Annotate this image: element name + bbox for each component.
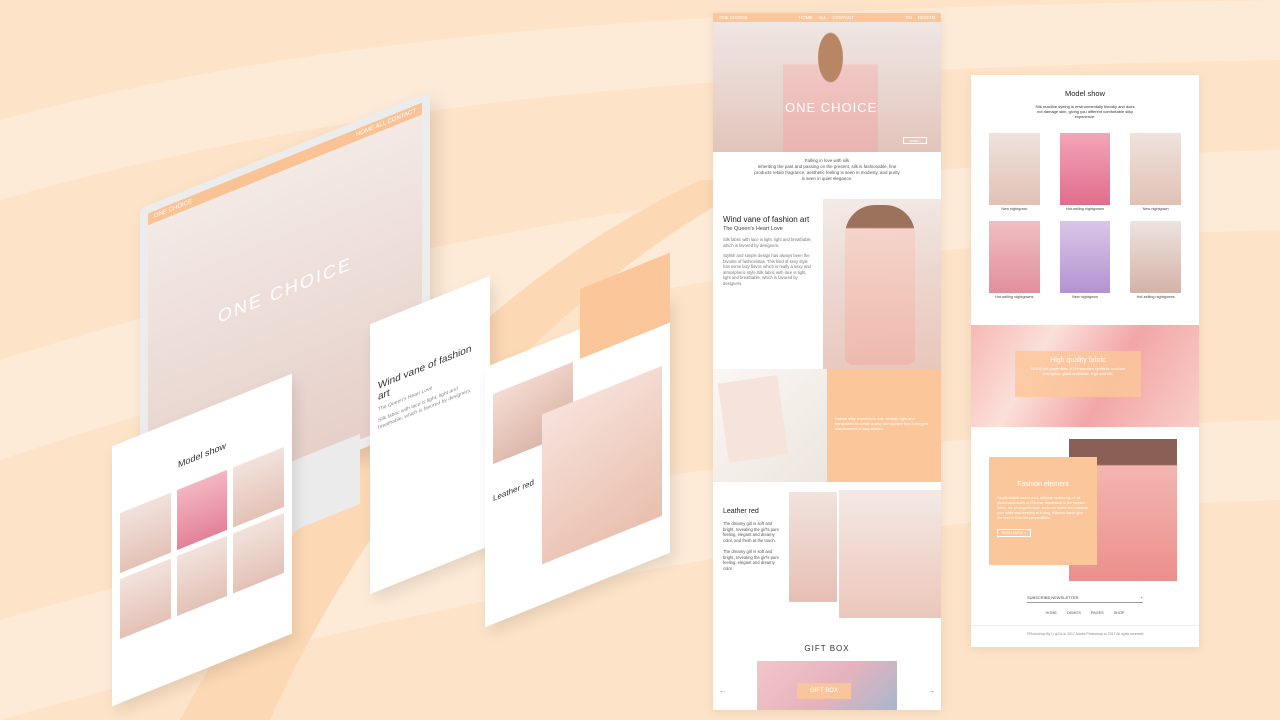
model-card[interactable]: New nightgown bbox=[989, 133, 1040, 211]
nav-item-lang[interactable]: EN bbox=[905, 15, 911, 20]
arrow-left-icon[interactable]: ← bbox=[719, 688, 726, 695]
model-photo bbox=[989, 133, 1040, 205]
giftbox-title: GIFT BOX bbox=[804, 644, 850, 653]
footer-link-home[interactable]: HOME bbox=[1046, 611, 1057, 615]
arrow-right-icon[interactable]: → bbox=[928, 688, 935, 695]
model-label: Hot-selling nightgowns bbox=[995, 295, 1034, 299]
nav-item-contact[interactable]: CONTACT bbox=[833, 15, 854, 20]
intro-section: Falling in love with silk Inheriting the… bbox=[713, 152, 941, 199]
monitor-hero-title: ONE CHOICE bbox=[218, 252, 353, 328]
gift-row-section: Natural silky experience, soft, smooth, … bbox=[713, 369, 941, 482]
model-label: Hot-selling nightgowns bbox=[1065, 207, 1105, 211]
fashion-text: Gentle bubble sweet color, delicate trea… bbox=[997, 496, 1089, 520]
model-grid: New nightgown Hot-selling nightgowns New… bbox=[971, 119, 1199, 299]
wind-title: Wind vane of fashion art bbox=[723, 215, 810, 224]
iso-panel-wind: Wind vane of fashion art The Queen's Hea… bbox=[370, 275, 490, 595]
giftbox-slide[interactable]: GIFT BOX bbox=[757, 661, 897, 710]
model-show-title: Model show bbox=[1064, 89, 1106, 98]
model-label: New nightgown bbox=[1142, 207, 1169, 211]
fashion-section: Fashion element Gentle bubble sweet colo… bbox=[971, 437, 1199, 587]
fashion-title: Fashion element bbox=[1017, 481, 1069, 488]
model-show-section: Model show Silk reactive dyeing is envir… bbox=[971, 75, 1199, 325]
model-card[interactable]: Hot-selling nightgowns bbox=[989, 221, 1040, 299]
leather-photo-2 bbox=[839, 490, 941, 618]
giftbox-section: GIFT BOX ← GIFT BOX → bbox=[713, 622, 941, 710]
footer-nav: HOME DEMOS PAGES SHOP bbox=[971, 611, 1199, 615]
iso-panel-leather: Leather red bbox=[485, 252, 670, 628]
gift-row-text: Natural silky experience, soft, smooth, … bbox=[827, 369, 941, 482]
page-products-mockup: Model show Silk reactive dyeing is envir… bbox=[971, 75, 1199, 647]
footer-link-pages[interactable]: PAGES bbox=[1091, 611, 1104, 615]
nav-right: EN DESIGN bbox=[905, 15, 935, 20]
leather-text-block: Leather red The dreamy girl is soft and … bbox=[713, 490, 789, 622]
iso-model-thumb bbox=[233, 512, 284, 594]
top-nav: ONE CHOICE HOME ALL CONTACT EN DESIGN bbox=[713, 13, 941, 22]
wind-text-block: Wind vane of fashion art The Queen's Hea… bbox=[713, 199, 823, 369]
nav-item-all[interactable]: ALL bbox=[819, 15, 827, 20]
model-photo bbox=[989, 221, 1040, 293]
model-label: Hot-selling nightgowns bbox=[1136, 295, 1175, 299]
iso-model-thumb bbox=[120, 558, 171, 640]
leather-title: Leather red bbox=[723, 508, 759, 515]
leather-paragraph-1: The dreamy girl is soft and bright, reve… bbox=[723, 521, 779, 543]
high-quality-banner: High quality fabric 95.8% belt paper fib… bbox=[971, 325, 1199, 427]
model-photo bbox=[1130, 133, 1181, 205]
leather-section: Leather red The dreamy girl is soft and … bbox=[713, 482, 941, 622]
model-label: New nightgown bbox=[1001, 207, 1028, 211]
model-photo bbox=[1059, 133, 1111, 205]
model-photo bbox=[1059, 221, 1111, 293]
giftbox-carousel: ← GIFT BOX → bbox=[713, 653, 941, 710]
gift-product-photo bbox=[713, 369, 827, 482]
wind-section: Wind vane of fashion art The Queen's Hea… bbox=[713, 199, 941, 369]
nav-item-home[interactable]: HOME bbox=[799, 15, 813, 20]
wind-subtitle: The Queen's Heart Love bbox=[723, 226, 783, 232]
iso-panel-model: Model show bbox=[112, 373, 292, 707]
wind-paragraph-1: Silk fabric with lace is light, light an… bbox=[723, 237, 812, 248]
footer-link-demos[interactable]: DEMOS bbox=[1067, 611, 1081, 615]
leather-paragraph-2: The dreamy girl is soft and bright, reve… bbox=[723, 549, 779, 571]
wind-model-photo bbox=[823, 199, 941, 369]
nav-brand[interactable]: ONE CHOICE bbox=[719, 15, 748, 20]
model-card[interactable]: New nightgown bbox=[1059, 221, 1111, 299]
footer-copyright: ©Photoshop By Li qi Do in 2017,Adobe Pho… bbox=[971, 625, 1199, 636]
high-quality-box: High quality fabric 95.8% belt paper fib… bbox=[1015, 351, 1141, 397]
nav-links: HOME ALL CONTACT bbox=[799, 15, 854, 20]
model-card[interactable]: Hot-selling nightgowns bbox=[1059, 133, 1111, 211]
model-photo bbox=[1130, 221, 1181, 293]
newsletter-field[interactable]: SUBSCRIBE NEWSLETTER + bbox=[1027, 595, 1143, 603]
giftbox-slide-label: GIFT BOX bbox=[797, 683, 851, 699]
wind-paragraph-2: Stylish and simple design has always bee… bbox=[723, 253, 811, 286]
hero-model-photo bbox=[783, 26, 878, 152]
model-card[interactable]: New nightgown bbox=[1130, 133, 1181, 211]
fashion-box: Fashion element Gentle bubble sweet colo… bbox=[989, 457, 1097, 565]
hero-more-button[interactable]: MORE > bbox=[903, 137, 927, 144]
page-home-mockup: ONE CHOICE HOME ALL CONTACT EN DESIGN ON… bbox=[713, 13, 941, 710]
high-quality-text: 95.8% belt paper fiber, 4.2% spandex syn… bbox=[1030, 367, 1126, 376]
iso-accent-block bbox=[580, 252, 670, 359]
footer-link-shop[interactable]: SHOP bbox=[1114, 611, 1125, 615]
model-card[interactable]: Hot-selling nightgowns bbox=[1130, 221, 1181, 299]
intro-text: Inheriting the past and passing on the p… bbox=[754, 164, 900, 181]
read-more-button[interactable]: READ MORE > bbox=[997, 529, 1032, 537]
model-label: New nightgown bbox=[1072, 295, 1098, 299]
hero-title: ONE CHOICE bbox=[785, 100, 878, 115]
isometric-mockup: ONE CHOICE HOME ALL CONTACT ONE CHOICE W… bbox=[100, 91, 700, 707]
hero-banner: ONE CHOICE MORE > bbox=[713, 22, 941, 152]
nav-item-design[interactable]: DESIGN bbox=[918, 15, 935, 20]
plus-icon[interactable]: + bbox=[1141, 595, 1143, 600]
newsletter-label: SUBSCRIBE NEWSLETTER bbox=[1027, 595, 1079, 600]
high-quality-title: High quality fabric bbox=[1050, 357, 1106, 364]
leather-photo-1 bbox=[789, 492, 837, 602]
iso-model-thumb bbox=[176, 535, 228, 617]
model-show-text: Silk reactive dyeing is environmentally … bbox=[1035, 104, 1135, 119]
